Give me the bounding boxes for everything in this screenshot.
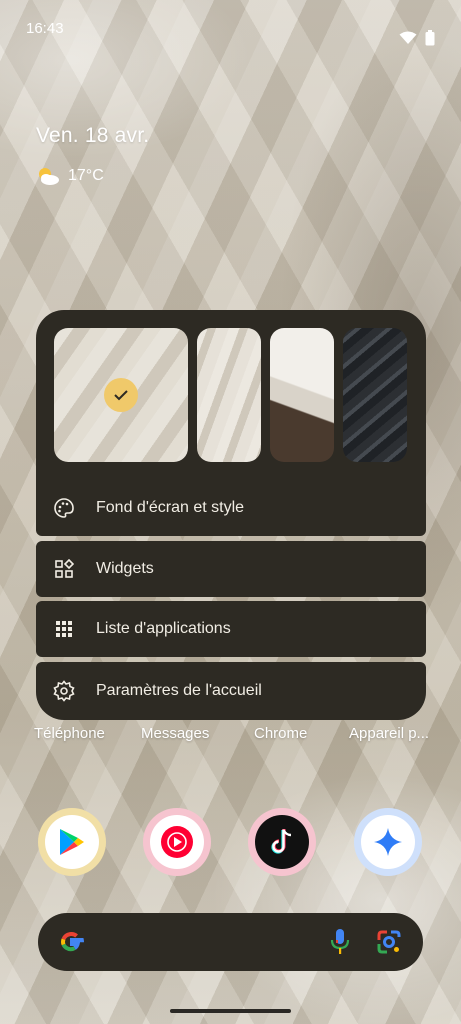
status-bar: 16:43 (0, 0, 461, 56)
menu-item-widgets[interactable]: Widgets (36, 541, 426, 597)
google-logo-icon (61, 932, 84, 952)
menu-item-app-list[interactable]: Liste d'applications (36, 601, 426, 657)
partly-cloudy-icon (39, 168, 59, 185)
gear-icon (52, 679, 76, 703)
menu-item-label: Paramètres de l'accueil (96, 682, 262, 699)
date-text: Ven. 18 avr. (36, 124, 150, 147)
youtube-music-icon[interactable] (143, 808, 211, 876)
status-time: 16:43 (26, 20, 64, 37)
palette-icon (52, 496, 76, 520)
menu-item-label: Liste d'applications (96, 620, 231, 637)
wifi-icon (399, 31, 417, 44)
google-lens-icon[interactable] (375, 928, 403, 956)
dock-label-chrome[interactable]: Chrome (254, 725, 307, 742)
menu-item-label: Widgets (96, 560, 154, 577)
gemini-icon[interactable] (354, 808, 422, 876)
wallpaper-preview-feathers-dark[interactable] (343, 328, 407, 462)
check-icon (104, 378, 138, 412)
wallpaper-preview-current[interactable] (54, 328, 188, 462)
google-search-bar[interactable] (38, 913, 423, 971)
menu-item-label: Fond d'écran et style (96, 499, 245, 516)
app-grid-icon (52, 617, 76, 641)
dock-labels: Téléphone Messages Chrome Appareil p... (0, 725, 461, 747)
menu-item-wallpaper-style[interactable]: Fond d'écran et style (36, 480, 426, 536)
microphone-icon[interactable] (329, 927, 351, 957)
date-widget[interactable]: Ven. 18 avr. 17°C (36, 124, 149, 186)
tiktok-icon[interactable] (248, 808, 316, 876)
home-gesture-handle[interactable] (170, 1009, 291, 1013)
dock-label-phone[interactable]: Téléphone (34, 725, 105, 742)
dock-label-camera[interactable]: Appareil p... (349, 725, 429, 742)
weather[interactable]: 17°C (36, 166, 149, 186)
battery-icon (425, 30, 435, 46)
menu-item-home-settings[interactable]: Paramètres de l'accueil (36, 662, 426, 720)
apps-row (0, 808, 461, 878)
wallpaper-previews (54, 328, 407, 462)
wallpaper-preview-feathers-white[interactable] (270, 328, 334, 462)
dock-label-messages[interactable]: Messages (141, 725, 209, 742)
temperature: 17°C (68, 167, 104, 184)
wallpaper-preview-fabric[interactable] (197, 328, 261, 462)
widgets-icon (52, 557, 76, 581)
play-store-icon[interactable] (38, 808, 106, 876)
